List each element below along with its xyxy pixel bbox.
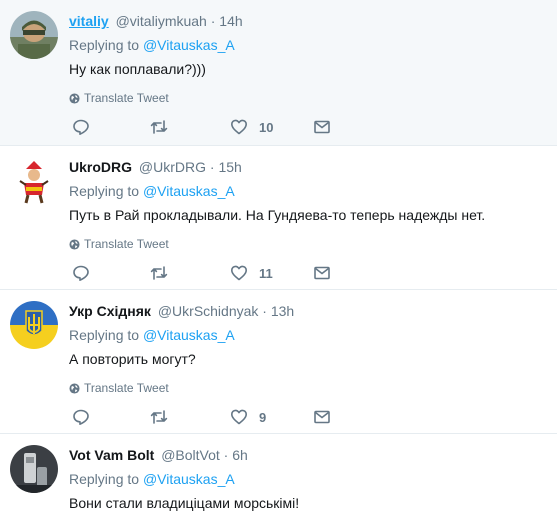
separator-dot: · — [210, 13, 216, 29]
tweet-text: Вони стали владицiцами морськiмi! — [69, 495, 300, 511]
tweet-timestamp[interactable]: 6h — [232, 447, 248, 463]
replying-to: Replying to @Vitauskas_A — [69, 470, 547, 488]
retweet-button[interactable] — [150, 408, 230, 426]
author-name[interactable]: vitaliy — [69, 13, 109, 29]
globe-icon — [69, 382, 80, 394]
replying-to-label: Replying to — [69, 327, 140, 343]
globe-icon — [69, 238, 80, 250]
retweet-icon — [150, 410, 168, 424]
separator-dot: · — [223, 447, 229, 463]
tweet-text: Путь в Рай прокладывали. На Гундяева-то … — [69, 207, 486, 223]
replying-to-label: Replying to — [69, 471, 140, 487]
replying-to-mention[interactable]: @Vitauskas_A — [143, 183, 235, 199]
reply-tweet-boltvot[interactable]: Vot Vam Bolt @BoltVot · 6h Replying to @… — [0, 434, 557, 518]
avatar[interactable] — [10, 445, 58, 493]
reply-button[interactable] — [72, 118, 150, 136]
replying-to: Replying to @Vitauskas_A — [69, 326, 547, 344]
reply-tweet-ukrschidnyak[interactable]: Укр Східняк @UkrSchidnyak · 13h Replying… — [0, 290, 557, 434]
tweet-timestamp[interactable]: 15h — [218, 159, 241, 175]
tweet-timestamp[interactable]: 13h — [271, 303, 294, 319]
reply-button[interactable] — [72, 264, 150, 282]
tweet-actions: 10 — [72, 118, 331, 136]
tweet-text: А повторить могут? — [69, 351, 196, 367]
avatar[interactable] — [10, 157, 58, 205]
tweet-timestamp[interactable]: 14h — [219, 13, 242, 29]
translate-tweet-link[interactable]: Translate Tweet — [69, 236, 547, 252]
like-count: 9 — [259, 409, 267, 425]
tweet-actions: 9 — [72, 408, 331, 426]
replying-to-mention[interactable]: @Vitauskas_A — [143, 471, 235, 487]
replying-to-mention[interactable]: @Vitauskas_A — [143, 37, 235, 53]
separator-dot: · — [209, 159, 215, 175]
tweet-text: Ну как поплавали?))) — [69, 61, 206, 77]
globe-icon — [69, 92, 80, 104]
like-count: 10 — [259, 119, 274, 135]
like-button[interactable]: 9 — [230, 408, 313, 426]
avatar[interactable] — [10, 301, 58, 349]
heart-icon — [231, 409, 247, 425]
translate-label: Translate Tweet — [84, 91, 169, 105]
author-name[interactable]: UkroDRG — [69, 159, 132, 175]
reply-icon — [73, 119, 89, 135]
retweet-button[interactable] — [150, 118, 230, 136]
heart-icon — [231, 265, 247, 281]
author-name[interactable]: Укр Східняк — [69, 303, 151, 319]
translate-tweet-link[interactable]: Translate Tweet — [69, 90, 547, 106]
replying-to: Replying to @Vitauskas_A — [69, 36, 547, 54]
author-handle[interactable]: @BoltVot — [161, 447, 220, 463]
like-count: 11 — [259, 265, 273, 281]
direct-message-button[interactable] — [313, 264, 331, 282]
reply-tweet-ukrodrg[interactable]: UkroDRG @UkrDRG · 15h Replying to @Vitau… — [0, 146, 557, 290]
replies-feed: vitaliy @vitaliymkuah · 14h Replying to … — [0, 0, 557, 518]
translate-tweet-link[interactable]: Translate Tweet — [69, 380, 547, 396]
replying-to: Replying to @Vitauskas_A — [69, 182, 547, 200]
author-handle[interactable]: @vitaliymkuah — [116, 13, 207, 29]
envelope-icon — [314, 266, 330, 280]
tweet-actions: 11 — [72, 264, 331, 282]
direct-message-button[interactable] — [313, 118, 331, 136]
replying-to-label: Replying to — [69, 37, 140, 53]
author-name[interactable]: Vot Vam Bolt — [69, 447, 154, 463]
heart-icon — [231, 119, 247, 135]
envelope-icon — [314, 410, 330, 424]
author-handle[interactable]: @UkrSchidnyak — [158, 303, 259, 319]
reply-button[interactable] — [72, 408, 150, 426]
reply-icon — [73, 409, 89, 425]
translate-label: Translate Tweet — [84, 237, 169, 251]
separator-dot: · — [262, 303, 267, 319]
retweet-icon — [150, 120, 168, 134]
replying-to-mention[interactable]: @Vitauskas_A — [143, 327, 235, 343]
reply-icon — [73, 265, 89, 281]
like-button[interactable]: 11 — [230, 264, 313, 282]
like-button[interactable]: 10 — [230, 118, 313, 136]
author-handle[interactable]: @UkrDRG — [139, 159, 206, 175]
envelope-icon — [314, 120, 330, 134]
retweet-icon — [150, 266, 168, 280]
direct-message-button[interactable] — [313, 408, 331, 426]
translate-label: Translate Tweet — [84, 381, 169, 395]
reply-tweet-vitaliy[interactable]: vitaliy @vitaliymkuah · 14h Replying to … — [0, 0, 557, 146]
retweet-button[interactable] — [150, 264, 230, 282]
avatar[interactable] — [10, 11, 58, 59]
replying-to-label: Replying to — [69, 183, 140, 199]
